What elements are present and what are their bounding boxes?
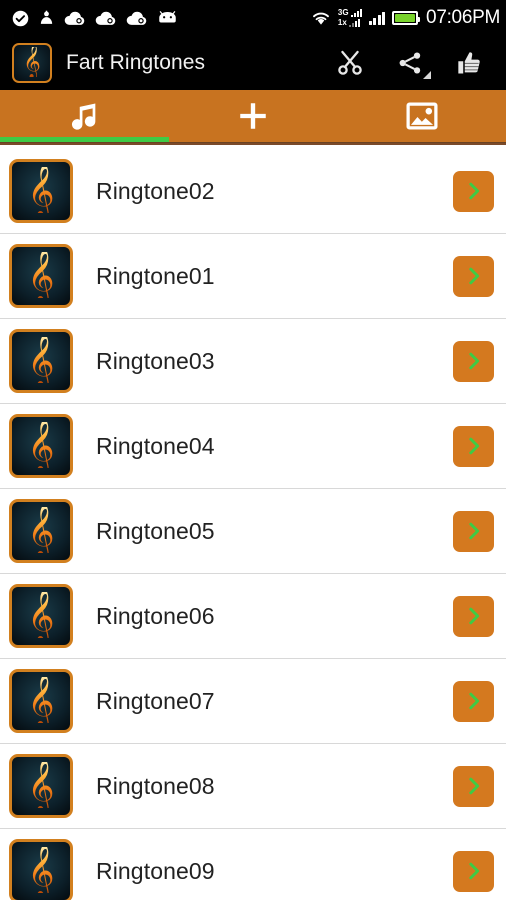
chevron-right-glyph — [468, 777, 479, 795]
check-circle-icon — [12, 10, 29, 27]
treble-clef-glyph: 𝄞 — [27, 844, 55, 896]
treble-clef-glyph: 𝄞 — [27, 419, 55, 471]
chevron-right-glyph — [468, 522, 479, 540]
treble-clef-glyph: 𝄞 — [23, 45, 41, 78]
cloud-sync-icon — [95, 11, 116, 26]
treble-clef-glyph: 𝄞 — [27, 334, 55, 386]
chevron-right-glyph — [468, 267, 479, 285]
chevron-right-icon[interactable] — [453, 680, 494, 722]
list-item[interactable]: 𝄞 Ringtone02 — [0, 149, 506, 234]
chevron-right-glyph — [468, 437, 479, 455]
page-title: Fart Ringtones — [66, 51, 206, 74]
tab-bar — [0, 90, 506, 142]
treble-clef-app-icon: 𝄞 — [12, 43, 52, 83]
wifi-icon — [311, 10, 331, 26]
app-title-bar: 𝄞 Fart Ringtones — [0, 36, 506, 90]
status-bar-right-icons: 3G 1x 07:06PM — [311, 7, 500, 29]
chevron-right-glyph — [468, 607, 479, 625]
list-item[interactable]: 𝄞 Ringtone04 — [0, 404, 506, 489]
flaming-treble-clef-icon: 𝄞 — [9, 244, 73, 308]
tab-ringtones[interactable] — [0, 90, 169, 142]
network-type-1x-label: 1x — [337, 18, 347, 27]
music-note-icon — [67, 99, 101, 133]
list-item-label: Ringtone01 — [96, 262, 215, 289]
android-robot-icon — [157, 11, 178, 25]
list-item[interactable]: 𝄞 Ringtone07 — [0, 659, 506, 744]
plus-icon — [235, 98, 271, 134]
battery-icon — [392, 11, 421, 25]
list-item[interactable]: 𝄞 Ringtone08 — [0, 744, 506, 829]
chevron-right-icon[interactable] — [453, 765, 494, 807]
treble-clef-glyph: 𝄞 — [27, 504, 55, 556]
person-pin-icon — [39, 10, 54, 27]
list-item[interactable]: 𝄞 Ringtone06 — [0, 574, 506, 659]
flaming-treble-clef-icon: 𝄞 — [9, 839, 73, 900]
list-item[interactable]: 𝄞 Ringtone05 — [0, 489, 506, 574]
list-item-label: Ringtone07 — [96, 687, 215, 714]
share-button[interactable] — [392, 45, 431, 81]
status-bar-clock: 07:06PM — [426, 7, 500, 28]
list-item-label: Ringtone05 — [96, 517, 215, 544]
action-bar — [332, 45, 496, 81]
chevron-right-icon[interactable] — [453, 425, 494, 467]
active-tab-indicator — [0, 137, 169, 142]
ringtone-list[interactable]: 𝄞 Ringtone02 𝄞 Ringtone01 𝄞 Ringtone03 𝄞 Ringto… — [0, 149, 506, 900]
flaming-treble-clef-icon: 𝄞 — [9, 754, 73, 818]
chevron-right-icon[interactable] — [453, 170, 494, 212]
chevron-right-glyph — [468, 182, 479, 200]
image-icon — [405, 99, 439, 133]
tab-bar-divider — [0, 142, 506, 145]
list-item[interactable]: 𝄞 Ringtone01 — [0, 234, 506, 319]
mobile-data-3g-1x-icon: 3G 1x — [338, 9, 362, 27]
chevron-right-glyph — [468, 352, 479, 370]
cloud-sync-icon — [126, 11, 147, 26]
list-item-label: Ringtone04 — [96, 432, 215, 459]
flaming-treble-clef-icon: 𝄞 — [9, 414, 73, 478]
list-item-label: Ringtone08 — [96, 772, 215, 799]
tab-gallery[interactable] — [337, 90, 506, 142]
chevron-right-icon[interactable] — [453, 595, 494, 637]
chevron-right-icon[interactable] — [453, 510, 494, 552]
list-item-label: Ringtone02 — [96, 177, 215, 204]
chevron-right-icon[interactable] — [453, 340, 494, 382]
list-item-label: Ringtone03 — [96, 347, 215, 374]
list-item-label: Ringtone09 — [96, 857, 215, 884]
flaming-treble-clef-icon: 𝄞 — [9, 669, 73, 733]
status-bar-left-icons — [12, 10, 178, 27]
flaming-treble-clef-icon: 𝄞 — [9, 499, 73, 563]
flaming-treble-clef-icon: 𝄞 — [9, 584, 73, 648]
treble-clef-glyph: 𝄞 — [27, 674, 55, 726]
chevron-right-icon[interactable] — [453, 850, 494, 892]
chevron-right-glyph — [468, 692, 479, 710]
list-item[interactable]: 𝄞 Ringtone03 — [0, 319, 506, 404]
signal-bars-icon — [368, 11, 386, 25]
tab-add[interactable] — [169, 90, 338, 142]
treble-clef-glyph: 𝄞 — [27, 759, 55, 811]
flaming-treble-clef-icon: 𝄞 — [9, 329, 73, 393]
cloud-sync-icon — [64, 11, 85, 26]
thumbs-up-icon[interactable] — [452, 45, 488, 81]
list-item[interactable]: 𝄞 Ringtone09 — [0, 829, 506, 900]
chevron-right-glyph — [468, 862, 479, 880]
tab-bar-strip — [0, 90, 506, 145]
network-type-3g-label: 3G — [337, 8, 349, 17]
treble-clef-glyph: 𝄞 — [27, 164, 55, 216]
treble-clef-glyph: 𝄞 — [27, 589, 55, 641]
list-item-label: Ringtone06 — [96, 602, 215, 629]
treble-clef-glyph: 𝄞 — [27, 249, 55, 301]
overflow-arrow-icon[interactable] — [423, 71, 431, 79]
chevron-right-icon[interactable] — [453, 255, 494, 297]
scissors-icon[interactable] — [332, 45, 368, 81]
flaming-treble-clef-icon: 𝄞 — [9, 159, 73, 223]
status-bar: 3G 1x 07:06PM — [0, 0, 506, 36]
